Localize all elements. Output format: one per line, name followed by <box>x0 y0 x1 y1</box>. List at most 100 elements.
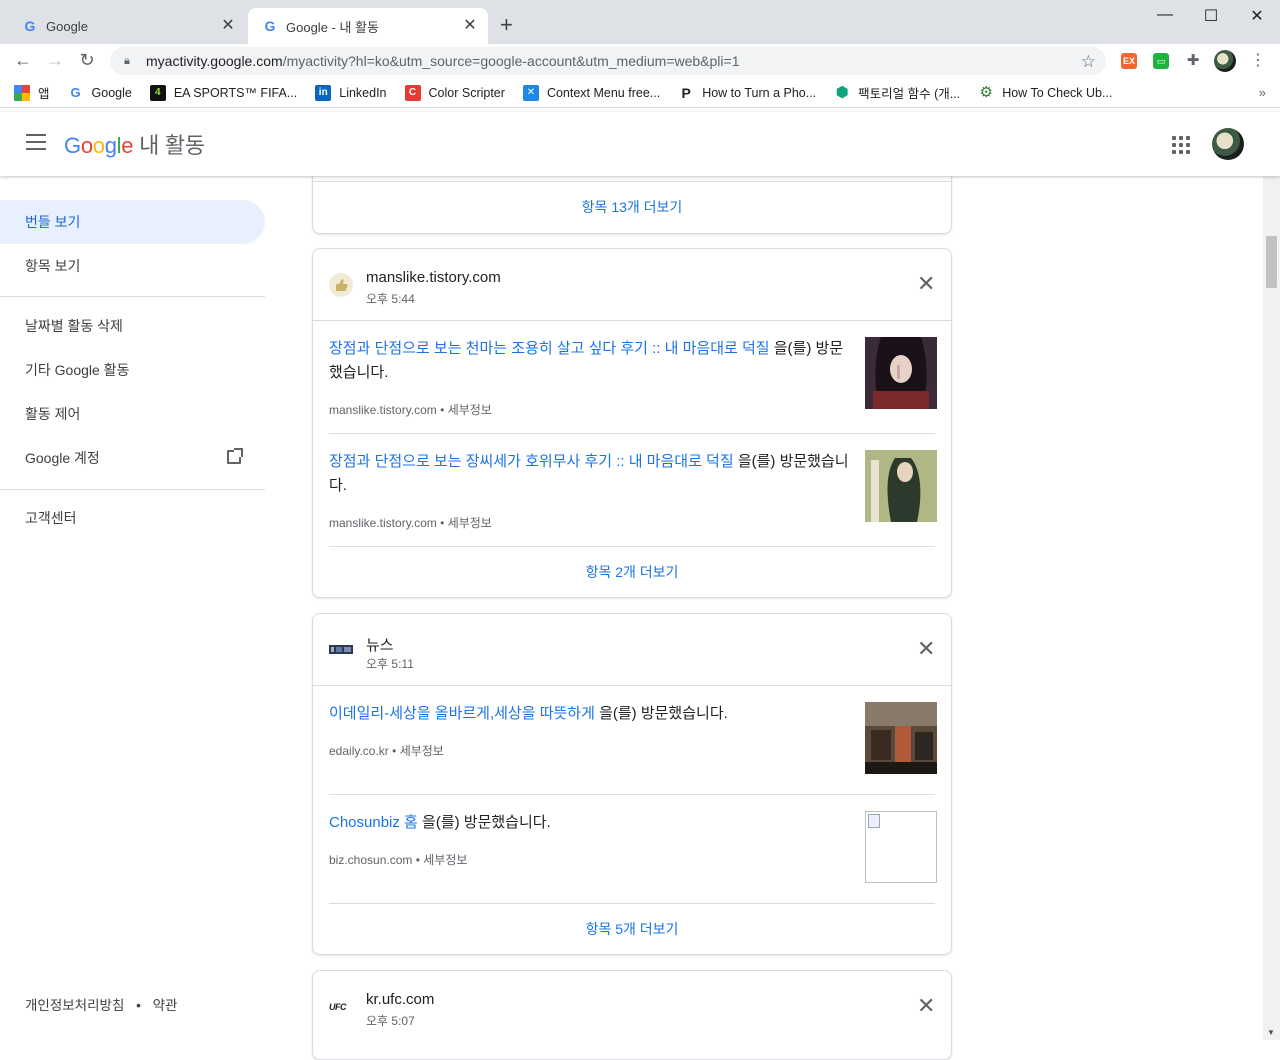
activity-link[interactable]: 장점과 단점으로 보는 천마는 조용히 살고 싶다 후기 :: 내 마음대로 덕… <box>329 340 770 357</box>
bookmark-label: EA SPORTS™ FIFA... <box>173 85 298 100</box>
bookmark-linkedin[interactable]: in LinkedIn <box>315 84 387 101</box>
close-tab-icon[interactable]: ✕ <box>220 18 236 34</box>
delete-bundle-icon[interactable]: ✕ <box>917 638 935 660</box>
extension-red-icon[interactable]: EX <box>1121 53 1137 69</box>
thumbnail-image[interactable] <box>865 702 937 774</box>
reload-icon[interactable]: ↻ <box>76 50 98 71</box>
news-icon <box>329 645 353 654</box>
profile-avatar[interactable] <box>1214 50 1236 72</box>
bookmark-context-menu[interactable]: ✕ Context Menu free... <box>522 84 661 101</box>
bookmark-google[interactable]: G Google <box>68 84 132 101</box>
sidebar-item-label: 기타 Google 활동 <box>25 362 130 378</box>
show-more-button[interactable]: 항목 5개 더보기 <box>313 904 951 954</box>
maximize-icon[interactable]: ☐ <box>1188 6 1234 26</box>
sidebar-item-label: 항목 보기 <box>25 258 81 274</box>
bookmarks-overflow-icon[interactable]: » <box>1259 85 1266 100</box>
bookmark-label: Color Scripter <box>428 85 505 100</box>
scroll-down-icon[interactable]: ▼ <box>1267 1028 1275 1037</box>
google-icon: G <box>264 18 276 34</box>
main-menu-icon[interactable] <box>26 134 46 150</box>
details-link[interactable]: 세부정보 <box>448 516 492 530</box>
close-tab-icon[interactable]: ✕ <box>462 18 478 34</box>
bookmark-label: 앱 <box>38 87 50 101</box>
activity-link[interactable]: Chosunbiz 홈 <box>329 814 418 831</box>
activity-meta: manslike.tistory.com • 세부정보 <box>329 403 492 417</box>
forward-icon[interactable]: → <box>44 50 66 71</box>
show-more-button[interactable]: 항목 13개 더보기 <box>313 182 951 232</box>
account-avatar[interactable] <box>1212 128 1244 160</box>
puzzle-icon[interactable]: ✚ <box>1185 53 1201 69</box>
google-icon: G <box>70 84 81 100</box>
color-scripter-icon: C <box>404 84 421 101</box>
sidebar-item-help-center[interactable]: 고객센터 <box>0 496 265 540</box>
details-link[interactable]: 세부정보 <box>400 744 444 758</box>
url-path: /myactivity?hl=ko&utm_source=google-acco… <box>282 53 740 69</box>
activity-suffix: 을(를) 방문했습니다. <box>417 814 551 831</box>
tab-title: Google - 내 활동 <box>286 19 379 35</box>
thumbnail-image[interactable] <box>865 450 937 522</box>
sidebar-item-activity-controls[interactable]: 활동 제어 <box>0 392 265 436</box>
bookmark-factorial[interactable]: ⬢ 팩토리얼 함수 (개... <box>834 83 961 102</box>
activity-card: UFC kr.ufc.com 오후 5:07 ✕ <box>312 970 952 1060</box>
card-header: manslike.tistory.com 오후 5:44 ✕ <box>313 249 951 321</box>
bookmark-check-ubuntu[interactable]: ⚙ How To Check Ub... <box>978 83 1113 101</box>
open-external-icon <box>227 448 243 464</box>
site-name: 뉴스 <box>366 637 394 654</box>
sidebar-item-google-account[interactable]: Google 계정 <box>0 436 265 480</box>
bookmark-apps[interactable]: 앱 <box>14 83 50 102</box>
ea-sports-icon: 4 <box>149 84 166 101</box>
bookmark-label: How To Check Ub... <box>1002 85 1113 100</box>
bookmark-label: Google <box>91 85 132 100</box>
sidebar-item-delete-by-date[interactable]: 날짜별 활동 삭제 <box>0 304 265 348</box>
activity-item: 장점과 단점으로 보는 장씨세가 호위무사 후기 :: 내 마음대로 덕질 을(… <box>329 434 937 547</box>
page-scrollbar[interactable]: ▼ <box>1263 176 1280 1040</box>
extension-green-icon[interactable]: ▭ <box>1153 53 1169 69</box>
delete-bundle-icon[interactable]: ✕ <box>917 995 935 1017</box>
activity-link[interactable]: 장점과 단점으로 보는 장씨세가 호위무사 후기 :: 내 마음대로 덕질 <box>329 453 734 470</box>
tab-my-activity[interactable]: G Google - 내 활동 ✕ <box>248 8 488 44</box>
bookmark-label: LinkedIn <box>339 85 387 100</box>
bookmark-ea-sports[interactable]: 4 EA SPORTS™ FIFA... <box>149 84 298 101</box>
tab-google[interactable]: G Google ✕ <box>8 8 246 44</box>
activity-link[interactable]: 이데일리-세상을 올바르게,세상을 따뜻하게 <box>329 705 595 722</box>
back-icon[interactable]: ← <box>12 50 34 71</box>
activity-domain: edaily.co.kr <box>329 744 389 758</box>
thumbnail-image[interactable] <box>865 337 937 409</box>
sidebar-item-label: 활동 제어 <box>25 406 81 422</box>
tab-strip: G Google ✕ G Google - 내 활동 ✕ + — ☐ ✕ <box>0 0 1280 44</box>
activity-meta: manslike.tistory.com • 세부정보 <box>329 516 492 530</box>
activity-card: 뉴스 오후 5:11 ✕ 이데일리-세상을 올바르게,세상을 따뜻하게 을(를)… <box>312 613 952 955</box>
apps-grid-icon <box>14 84 30 101</box>
google-logo[interactable]: Google 내 활동 <box>64 128 205 160</box>
sidebar-item-item-view[interactable]: 항목 보기 <box>0 244 265 288</box>
gear-icon: ⚙ <box>979 83 993 101</box>
new-tab-icon[interactable]: + <box>500 14 513 36</box>
bookmark-label: Context Menu free... <box>546 85 661 100</box>
google-icon: G <box>24 18 36 34</box>
activity-meta: biz.chosun.com • 세부정보 <box>329 853 468 867</box>
minimize-icon[interactable]: — <box>1142 6 1188 24</box>
delete-bundle-icon[interactable]: ✕ <box>917 273 935 295</box>
sidebar-item-bundle-view[interactable]: 번들 보기 <box>0 200 265 244</box>
bookmark-star-icon[interactable]: ☆ <box>1081 52 1096 72</box>
activity-meta: edaily.co.kr • 세부정보 <box>329 744 444 758</box>
bookmark-color-scripter[interactable]: C Color Scripter <box>404 84 505 101</box>
terms-link[interactable]: 약관 <box>153 998 178 1013</box>
activity-card: manslike.tistory.com 오후 5:44 ✕ 장점과 단점으로 … <box>312 248 952 598</box>
broken-image-icon[interactable] <box>865 811 937 883</box>
show-more-button[interactable]: 항목 2개 더보기 <box>313 547 951 597</box>
menu-kebab-icon[interactable]: ⋮ <box>1247 50 1269 70</box>
google-apps-icon[interactable] <box>1172 136 1190 154</box>
details-link[interactable]: 세부정보 <box>448 403 492 417</box>
window-close-icon[interactable]: ✕ <box>1234 6 1280 26</box>
details-link[interactable]: 세부정보 <box>423 853 467 867</box>
bookmarks-bar: 앱 G Google 4 EA SPORTS™ FIFA... in Linke… <box>0 78 1280 108</box>
hexagon-icon: ⬢ <box>835 83 849 101</box>
activity-text: Chosunbiz 홈 을(를) 방문했습니다. <box>329 811 849 835</box>
scrollbar-thumb[interactable] <box>1266 236 1277 288</box>
bookmark-how-to-turn[interactable]: P How to Turn a Pho... <box>678 85 817 101</box>
privacy-policy-link[interactable]: 개인정보처리방침 <box>25 998 124 1013</box>
address-bar[interactable]: 🔒︎ myactivity.google.com/myactivity?hl=k… <box>110 47 1106 75</box>
card-header: UFC kr.ufc.com 오후 5:07 ✕ <box>313 971 951 1043</box>
sidebar-item-other-activity[interactable]: 기타 Google 활동 <box>0 348 265 392</box>
